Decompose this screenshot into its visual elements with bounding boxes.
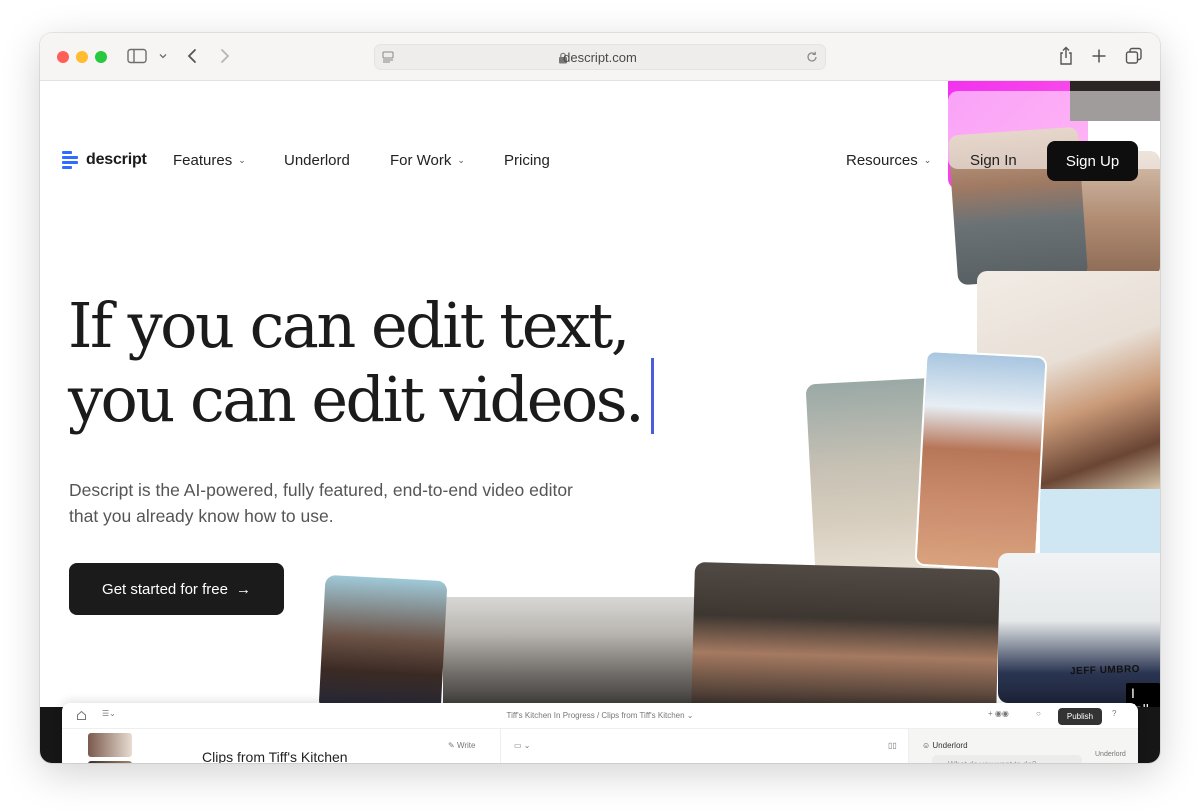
app-topbar: ☰⌄ Tiff's Kitchen In Progress / Clips fr… — [62, 703, 1138, 729]
help-icon: ? — [1112, 709, 1117, 718]
nav-resources[interactable]: Resources ⌄ — [846, 152, 931, 169]
aspect-ratio-icon: ▭ ⌄ — [514, 741, 531, 750]
tab-overview-icon[interactable] — [1125, 45, 1143, 67]
chevron-down-icon: ⌄ — [923, 155, 932, 165]
underlord-side-button: Underlord — [1095, 751, 1126, 758]
url-text: descript.com — [563, 50, 637, 65]
web-page: JEFF UMBRO I fell descript Features ⌄ Un… — [40, 81, 1160, 763]
arrow-right-icon: → — [235, 580, 251, 598]
descript-logo[interactable]: descript — [62, 150, 147, 170]
chevron-down-icon[interactable] — [158, 45, 168, 67]
zoom-window-button[interactable] — [95, 51, 107, 63]
collage-tile-room — [443, 597, 705, 717]
text-cursor-caret — [651, 358, 654, 434]
hero-title-line1: If you can edit text, — [68, 289, 631, 362]
browser-window: descript.com JEFF UMBRO I fell — [40, 33, 1160, 763]
nav-for-work[interactable]: For Work ⌄ — [390, 152, 465, 169]
nav-features-label: Features — [173, 152, 233, 169]
underlord-panel-label: Underlord — [932, 741, 968, 750]
chevron-down-icon: ⌄ — [457, 155, 465, 165]
nav-for-work-label: For Work — [390, 152, 452, 169]
new-tab-icon[interactable] — [1091, 45, 1107, 67]
publish-button: Publish — [1058, 708, 1102, 725]
minimize-window-button[interactable] — [76, 51, 88, 63]
app-preview: ☰⌄ Tiff's Kitchen In Progress / Clips fr… — [62, 703, 1138, 763]
back-arrow-icon[interactable] — [186, 45, 198, 67]
close-window-button[interactable] — [57, 51, 69, 63]
sign-up-button[interactable]: Sign Up — [1047, 141, 1138, 181]
pane-divider — [500, 729, 501, 763]
address-bar[interactable]: descript.com — [374, 44, 826, 70]
sidebar-toggle-icon[interactable] — [127, 45, 147, 67]
write-button: ✎ Write — [448, 741, 476, 750]
chevron-down-icon: ⌄ — [238, 155, 246, 165]
logo-text: descript — [86, 151, 147, 168]
forward-arrow-icon[interactable] — [219, 45, 231, 67]
app-breadcrumb: Tiff's Kitchen In Progress / Clips from … — [506, 711, 694, 720]
browser-toolbar: descript.com — [40, 33, 1160, 81]
nav-pricing[interactable]: Pricing — [504, 152, 550, 169]
hero-subtitle-line1: Descript is the AI-powered, fully featur… — [69, 480, 573, 500]
write-label: Write — [456, 741, 476, 750]
nav-underlord[interactable]: Underlord — [284, 152, 350, 169]
nav-features[interactable]: Features ⌄ — [173, 152, 246, 169]
get-started-label: Get started for free — [102, 580, 228, 598]
collaborators-avatars: + ◉◉ — [988, 709, 1009, 718]
hero-subtitle-line2: that you already know how to use. — [69, 506, 334, 526]
collage-tile-presenter — [318, 574, 448, 717]
sign-in-label: Sign In — [970, 152, 1017, 169]
get-started-button[interactable]: Get started for free → — [69, 563, 284, 615]
collage-tile-desert — [914, 349, 1048, 573]
hero-title: If you can edit text, you can edit video… — [68, 289, 768, 437]
collage-tile-headphones — [691, 562, 1000, 720]
descript-logo-icon — [62, 151, 78, 169]
layout-icon: ▯▯ — [888, 741, 897, 750]
nav-resources-label: Resources — [846, 152, 918, 169]
clip-title: Clips from Tiff's Kitchen — [202, 749, 348, 763]
nav-pricing-label: Pricing — [504, 152, 550, 169]
reload-icon[interactable] — [805, 50, 819, 69]
hero-subtitle: Descript is the AI-powered, fully featur… — [69, 477, 659, 529]
share-icon[interactable] — [1058, 45, 1074, 67]
comment-icon: ○ — [1036, 709, 1041, 718]
collage-tile-interview — [998, 553, 1160, 703]
underlord-header: ☺ Underlord — [922, 741, 968, 750]
hero-title-line2: you can edit videos. — [68, 363, 645, 436]
clip-thumbnail — [88, 733, 132, 757]
nav-underlord-label: Underlord — [284, 152, 350, 169]
clip-thumbnail — [88, 761, 132, 763]
ask-underlord-input: What do you want to do? — [932, 755, 1082, 763]
sign-in-link[interactable]: Sign In — [970, 152, 1017, 169]
